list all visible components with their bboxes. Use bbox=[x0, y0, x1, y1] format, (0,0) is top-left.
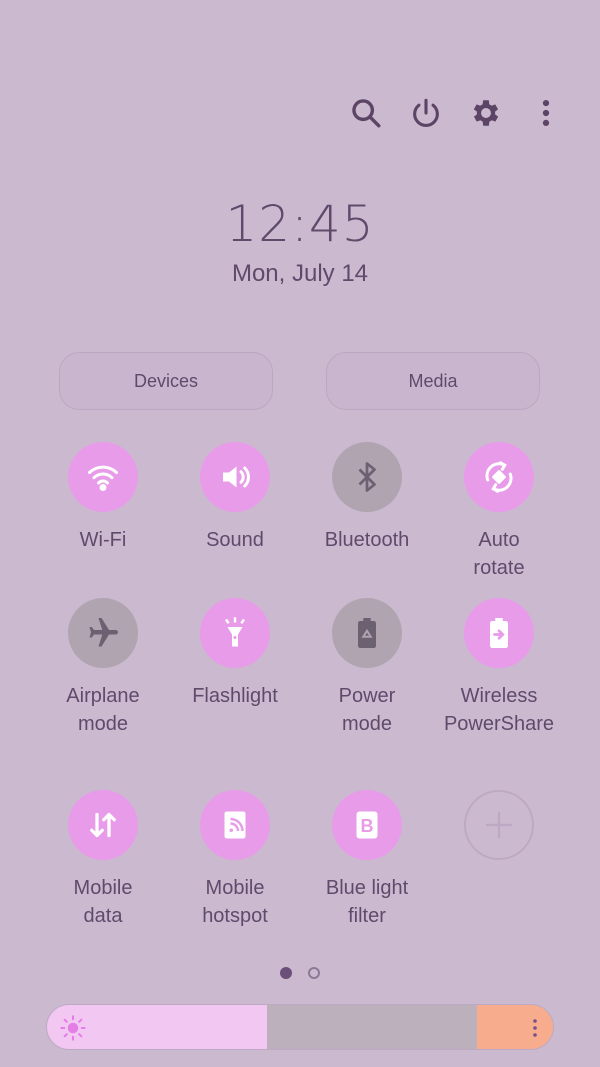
tile-label: Sound bbox=[206, 529, 264, 551]
tile-auto-rotate[interactable]: Auto rotate bbox=[433, 442, 565, 582]
page-dot-2[interactable] bbox=[308, 967, 320, 979]
auto-rotate-icon bbox=[485, 461, 513, 493]
powershare-icon bbox=[490, 618, 508, 648]
tile-mobile-hotspot[interactable]: Mobile hotspot bbox=[169, 790, 301, 930]
wifi-tile-button[interactable] bbox=[68, 442, 138, 512]
devices-button[interactable]: Devices bbox=[59, 352, 273, 410]
tile-label: Bluetooth bbox=[324, 529, 410, 551]
more-options-icon[interactable] bbox=[523, 90, 569, 136]
tile-wifi[interactable]: Wi-Fi bbox=[37, 442, 169, 554]
tile-mobile-data[interactable]: Mobile data bbox=[37, 790, 169, 930]
tile-label: Flashlight bbox=[192, 685, 278, 707]
tile-sound[interactable]: Sound bbox=[169, 442, 301, 554]
auto-rotate-tile-button[interactable] bbox=[464, 442, 534, 512]
brightness-track[interactable] bbox=[267, 1005, 477, 1049]
bluetooth-icon bbox=[358, 462, 376, 492]
clock-time[interactable]: 12:45 bbox=[0, 195, 600, 253]
add-tile-button[interactable] bbox=[464, 790, 534, 860]
sound-icon bbox=[223, 466, 250, 488]
tile-label: Airplane mode bbox=[66, 685, 140, 735]
airplane-icon bbox=[89, 618, 118, 647]
tile-bluetooth[interactable]: Bluetooth bbox=[301, 442, 433, 554]
add-icon bbox=[485, 811, 513, 839]
brightness-fill[interactable] bbox=[47, 1005, 267, 1049]
tile-label: Wi-Fi bbox=[79, 529, 127, 551]
blue-light-filter-tile-button[interactable]: B bbox=[332, 790, 402, 860]
powershare-tile-button[interactable] bbox=[464, 598, 534, 668]
search-icon[interactable] bbox=[343, 90, 389, 136]
tile-blue-light-filter[interactable]: B Blue light filter bbox=[301, 790, 433, 930]
media-button[interactable]: Media bbox=[326, 352, 540, 410]
power-icon[interactable] bbox=[403, 90, 449, 136]
sound-tile-button[interactable] bbox=[200, 442, 270, 512]
sun-icon bbox=[60, 1015, 86, 1041]
tile-power-mode[interactable]: Power mode bbox=[301, 598, 433, 738]
tile-label: Mobile data bbox=[73, 877, 133, 927]
page-indicator bbox=[0, 967, 600, 979]
tile-label: Power mode bbox=[338, 685, 396, 735]
blue-light-filter-icon: B bbox=[356, 811, 378, 839]
hotspot-tile-button[interactable] bbox=[200, 790, 270, 860]
mobile-data-icon bbox=[90, 812, 116, 838]
power-mode-tile-button[interactable] bbox=[332, 598, 402, 668]
tile-add[interactable] bbox=[433, 790, 565, 874]
wifi-icon bbox=[88, 465, 118, 491]
top-action-bar bbox=[0, 90, 600, 136]
tile-label: Wireless PowerShare bbox=[443, 685, 555, 735]
settings-icon[interactable] bbox=[463, 90, 509, 136]
brightness-options[interactable] bbox=[477, 1005, 553, 1049]
tile-flashlight[interactable]: Flashlight bbox=[169, 598, 301, 710]
tile-airplane-mode[interactable]: Airplane mode bbox=[37, 598, 169, 738]
more-vertical-icon[interactable] bbox=[523, 1016, 547, 1040]
battery-recycle-icon bbox=[358, 618, 376, 648]
flashlight-icon bbox=[225, 617, 245, 647]
flashlight-tile-button[interactable] bbox=[200, 598, 270, 668]
svg-text:B: B bbox=[361, 816, 374, 836]
bluetooth-tile-button[interactable] bbox=[332, 442, 402, 512]
tile-label: Blue light filter bbox=[325, 877, 409, 927]
clock-date[interactable]: Mon, July 14 bbox=[0, 260, 600, 288]
tile-wireless-powershare[interactable]: Wireless PowerShare bbox=[433, 598, 565, 738]
airplane-tile-button[interactable] bbox=[68, 598, 138, 668]
hotspot-icon bbox=[224, 811, 246, 839]
tile-label: Mobile hotspot bbox=[202, 877, 268, 927]
page-dot-1[interactable] bbox=[280, 967, 292, 979]
tile-label: Auto rotate bbox=[473, 529, 525, 579]
brightness-slider[interactable] bbox=[46, 1004, 554, 1050]
mobile-data-tile-button[interactable] bbox=[68, 790, 138, 860]
